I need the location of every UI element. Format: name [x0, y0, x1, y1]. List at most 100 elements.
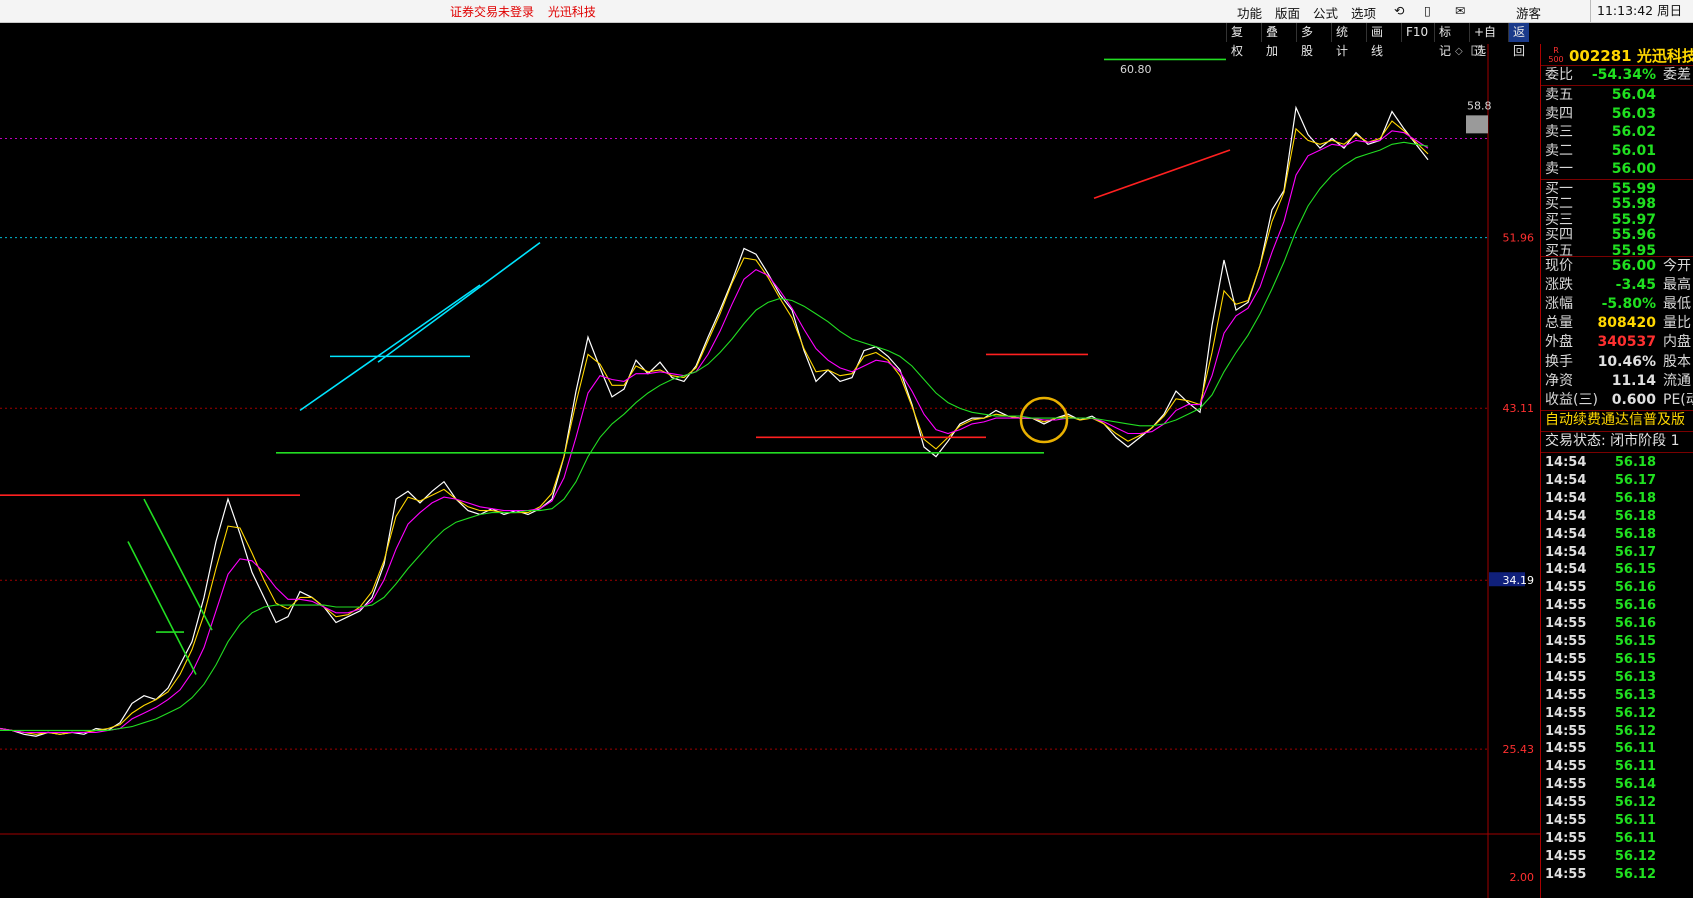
trend-line[interactable] [377, 241, 541, 363]
quote-row: 换手 10.46% 股本 [1545, 353, 1693, 372]
quote-label: 收益(三) [1545, 391, 1598, 408]
order-ratio-row: 委比 -54.34% 委差 [1545, 66, 1693, 85]
tick-row: 14:55 56.13 [1545, 687, 1693, 705]
trend-line[interactable] [1093, 149, 1231, 200]
ask-label: 卖五 [1545, 87, 1573, 103]
tick-price: 56.12 [1614, 866, 1656, 882]
user-label[interactable]: 游客 [1516, 3, 1541, 22]
tick-price: 56.11 [1614, 759, 1656, 775]
toolbar-stats-button[interactable]: 统计 [1331, 23, 1352, 58]
tick-row: 14:55 56.15 [1545, 633, 1693, 651]
tick-time: 14:54 [1545, 472, 1587, 488]
quote-value: -3.45 [1615, 277, 1656, 294]
tick-price: 56.18 [1614, 455, 1656, 470]
price-axis: 51.96 43.11 34.19 25.43 2.00 [1489, 232, 1534, 884]
toolbar-multi-stock-button[interactable]: 多股 [1296, 23, 1317, 58]
tick-time: 14:55 [1545, 741, 1587, 757]
toolbar-overlay-button[interactable]: 叠加 [1261, 23, 1282, 58]
toolbar-add-watchlist-button[interactable]: +自选 [1469, 23, 1500, 58]
badge-top: R [1553, 46, 1559, 55]
tick-row: 14:54 56.17 [1545, 544, 1693, 562]
mail-icon[interactable]: ✉ [1455, 3, 1465, 18]
tick-time: 14:54 [1545, 526, 1587, 542]
tick-row: 14:55 56.16 [1545, 597, 1693, 615]
tick-row: 14:55 56.12 [1545, 705, 1693, 723]
series-line [0, 141, 1429, 731]
price-axis-label: 51.96 [1503, 232, 1535, 245]
trend-line[interactable] [143, 498, 213, 631]
quote-row: 涨幅 -5.80% 最低 [1545, 295, 1693, 314]
menu-options[interactable]: 选项 [1351, 3, 1376, 22]
tick-row: 14:54 56.15 [1545, 561, 1693, 579]
menu-function[interactable]: 功能 [1237, 3, 1262, 22]
quote-row: 外盘 340537 内盘 [1545, 333, 1693, 352]
menu-formula[interactable]: 公式 [1313, 3, 1338, 22]
price-highlight-box [1466, 115, 1488, 134]
tick-price: 56.14 [1614, 777, 1656, 793]
tick-price: 56.12 [1614, 723, 1656, 739]
tick-row: 14:54 56.18 [1545, 454, 1693, 472]
tick-price: 56.13 [1614, 669, 1656, 685]
trade-status: 交易状态: 闭市阶段 1 [1545, 433, 1680, 449]
ask-price: 56.03 [1611, 105, 1656, 122]
quote-row: 净资 11.14 流通 [1545, 372, 1693, 391]
quote-extra-label: 股本 [1663, 353, 1691, 370]
ask-row: 卖一 56.00 [1545, 160, 1693, 179]
login-notice: 证券交易未登录 光迅科技 [450, 3, 606, 20]
tick-price: 56.12 [1614, 705, 1656, 721]
tick-price: 56.15 [1614, 634, 1656, 649]
stock-code: 002281 [1569, 47, 1632, 65]
ask-row: 卖三 56.02 [1545, 123, 1693, 142]
divider [1541, 452, 1693, 453]
ask-price: 56.00 [1611, 161, 1656, 178]
ask-row: 卖五 56.04 [1545, 86, 1693, 105]
tick-price: 56.11 [1614, 830, 1656, 846]
quote-value: 11.14 [1611, 372, 1656, 389]
tick-price: 56.18 [1614, 508, 1656, 524]
chart-markers-layer: 60.80 58.8 ◇ [1019, 45, 1492, 444]
tick-time: 14:55 [1545, 866, 1587, 882]
quote-extra-label: 量比 [1663, 315, 1691, 332]
chart-grid [0, 44, 1540, 898]
tick-time: 14:55 [1545, 795, 1587, 811]
ask-label: 卖三 [1545, 124, 1573, 141]
news-ticker[interactable]: 自动续费通达信普及版 [1545, 411, 1693, 430]
toolbar-back-button[interactable]: 返回 [1508, 23, 1530, 58]
quote-extra-label: PE(动) [1663, 391, 1693, 408]
menu-layout[interactable]: 版面 [1275, 3, 1300, 22]
tick-price: 56.17 [1614, 472, 1656, 488]
price-axis-label: 34.19 [1503, 574, 1535, 587]
price-axis-label: 25.43 [1503, 743, 1535, 756]
ask-row: 卖二 56.01 [1545, 142, 1693, 161]
refresh-icon[interactable]: ⟲ [1394, 3, 1404, 18]
ask-label: 卖二 [1545, 142, 1573, 159]
tick-row: 14:55 56.11 [1545, 740, 1693, 758]
quote-value: 808420 [1597, 315, 1656, 332]
tick-price: 56.15 [1614, 562, 1656, 578]
tick-row: 14:55 56.12 [1545, 723, 1693, 741]
toolbar-mark-button[interactable]: 标记 [1434, 23, 1455, 58]
tick-row: 14:54 56.18 [1545, 526, 1693, 544]
trend-line[interactable] [127, 541, 197, 675]
tick-time: 14:55 [1545, 669, 1587, 685]
series-line [0, 120, 1429, 735]
tick-price: 56.13 [1614, 687, 1656, 703]
tick-time: 14:54 [1545, 508, 1587, 524]
toolbar-draw-button[interactable]: 画线 [1366, 23, 1387, 58]
tick-time: 14:55 [1545, 616, 1587, 632]
notice-stock-text: 光迅科技 [547, 5, 596, 19]
quote-extra-label: 最低 [1663, 296, 1691, 313]
trend-line[interactable] [299, 284, 481, 412]
diamond-icon[interactable]: ◇ [1455, 46, 1463, 57]
quote-value: -5.80% [1601, 296, 1656, 313]
tick-time: 14:55 [1545, 687, 1587, 703]
toolbar-fuquan-button[interactable]: 复权 [1226, 23, 1247, 58]
chart-series-layer [0, 105, 1429, 737]
tick-time: 14:55 [1545, 813, 1587, 828]
phone-icon[interactable]: ▯ [1424, 3, 1431, 18]
kline-chart[interactable]: 60.80 58.8 ◇ 51.96 43.11 34.19 25.43 2.00 [0, 44, 1540, 898]
tick-time: 14:55 [1545, 634, 1587, 649]
quote-extra-label: 流通 [1663, 372, 1691, 389]
toolbar-f10-button[interactable]: F10 [1401, 23, 1432, 42]
window-icon[interactable] [1471, 45, 1482, 56]
